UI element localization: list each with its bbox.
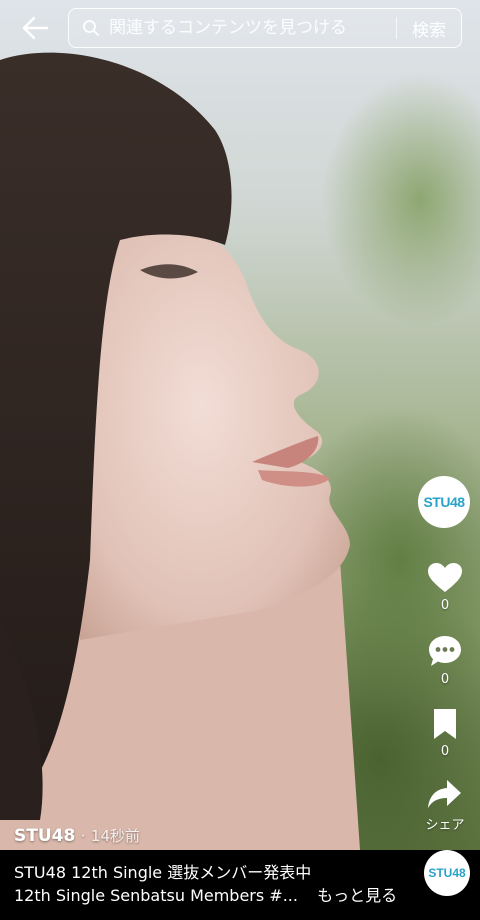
bookmark-count: 0	[440, 744, 450, 759]
caption-description: 12th Single Senbatsu Members #...	[14, 886, 298, 905]
arrow-left-icon	[22, 16, 49, 40]
video-frame[interactable]	[0, 0, 480, 850]
search-box[interactable]: 検索	[68, 8, 462, 48]
bottom-avatar[interactable]: STU48	[424, 850, 470, 896]
bookmark-icon	[434, 709, 456, 739]
comment-button[interactable]: 0	[410, 634, 480, 687]
post-separator: ·	[80, 827, 86, 845]
caption-title: STU48 12th Single 選抜メンバー発表中	[14, 863, 312, 882]
search-input[interactable]	[109, 18, 396, 38]
more-link[interactable]: もっと見る	[317, 886, 397, 905]
share-button[interactable]: シェア	[410, 778, 480, 833]
comment-count: 0	[440, 672, 450, 687]
like-count: 0	[440, 598, 450, 613]
caption-description-line: 12th Single Senbatsu Members #... もっと見る	[14, 882, 397, 906]
post-time: 14秒前	[90, 827, 140, 845]
avatar-text: STU48	[423, 494, 465, 510]
video-image	[0, 52, 360, 850]
bottom-avatar-text: STU48	[428, 866, 466, 880]
author-line: STU48 · 14秒前	[14, 825, 140, 846]
share-icon	[428, 780, 461, 808]
author-name[interactable]: STU48	[14, 826, 75, 846]
comment-icon	[429, 636, 461, 666]
search-button[interactable]: 検索	[397, 16, 461, 41]
heart-icon	[428, 563, 462, 592]
like-button[interactable]: 0	[410, 562, 480, 613]
share-label: シェア	[425, 818, 465, 833]
top-bar: 検索	[0, 0, 480, 56]
search-icon	[83, 20, 99, 36]
bookmark-button[interactable]: 0	[410, 708, 480, 759]
caption-panel: STU48 12th Single 選抜メンバー発表中 12th Single …	[0, 850, 480, 920]
creator-avatar[interactable]: STU48	[418, 476, 470, 528]
back-button[interactable]	[20, 14, 50, 42]
